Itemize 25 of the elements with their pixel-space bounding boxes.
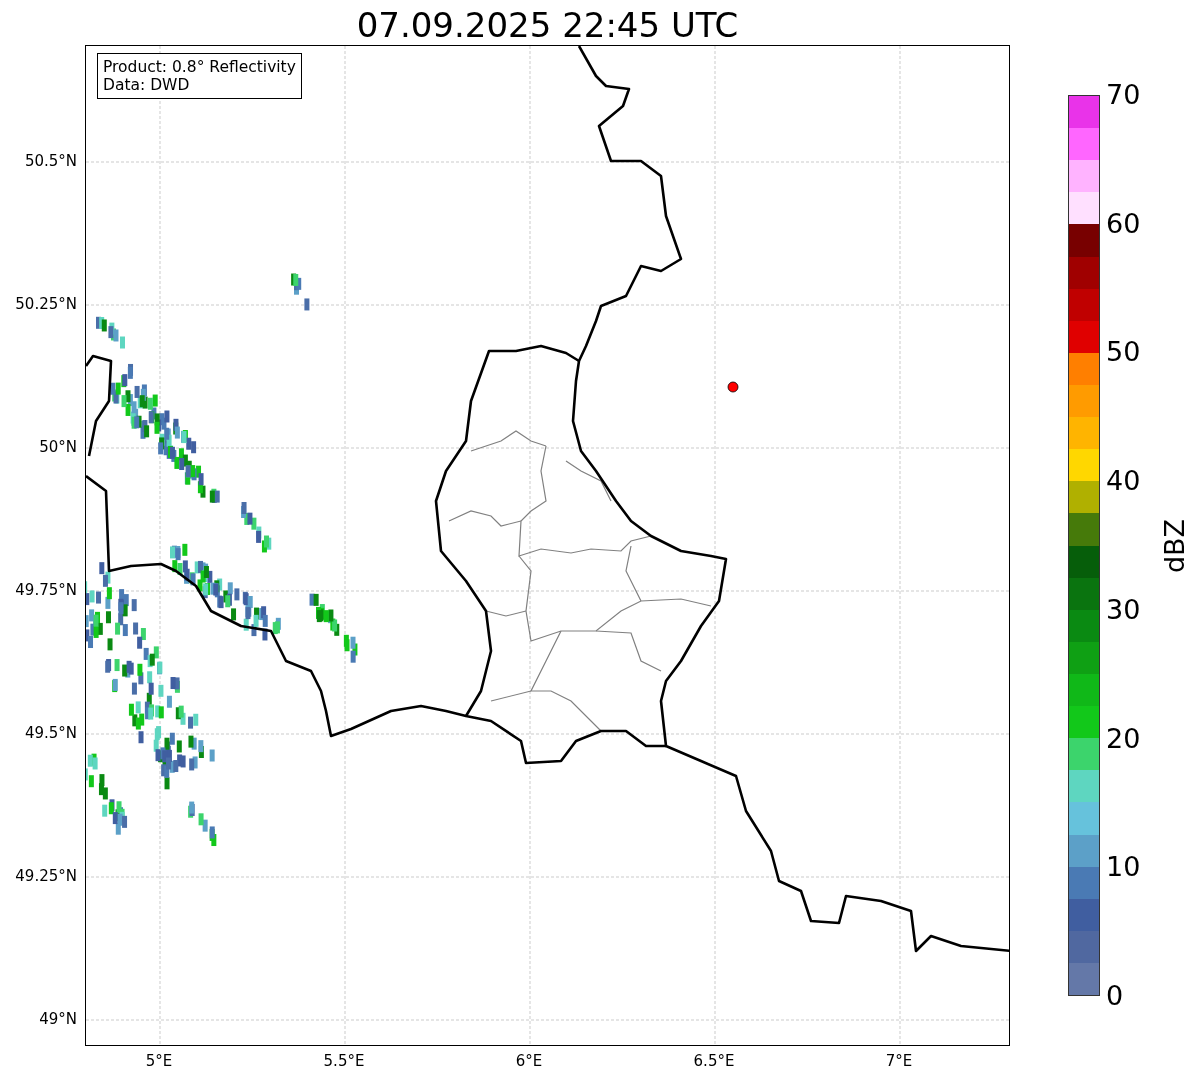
longitude-tick-label: 5.5°E — [323, 1052, 365, 1070]
latitude-tick-label: 49.5°N — [24, 724, 77, 742]
latitude-tick-label: 50°N — [39, 438, 77, 456]
info-text: Data: DWD — [103, 76, 191, 94]
colorbar-tick-label: 30 — [1106, 593, 1141, 626]
longitude-tick-label: 6.5°E — [693, 1052, 735, 1070]
colorbar-tick-label: 70 — [1106, 79, 1141, 111]
latitude-tick-label: 50.25°N — [15, 295, 77, 313]
colorbar-tick-label: 10 — [1106, 851, 1141, 884]
longitude-tick-label: 6°E — [515, 1052, 543, 1070]
latitude-tick-label: 49.25°N — [15, 867, 77, 885]
longitude-tick-label: 7°E — [885, 1052, 913, 1070]
longitude-tick-label: 5°E — [145, 1052, 173, 1070]
latitude-tick-label: 49.75°N — [15, 581, 77, 599]
colorbar-tick-label: 20 — [1106, 722, 1141, 755]
info-text: Product: 0.8° Reflectivity — [103, 58, 296, 76]
colorbar-tick-label: 40 — [1106, 465, 1141, 498]
latitude-tick-label: 50.5°N — [24, 152, 77, 170]
chart-title: 07.09.2025 22:45 UTC — [356, 5, 739, 45]
colorbar-tick-label: 50 — [1106, 336, 1141, 369]
radar-site-marker — [727, 381, 739, 393]
colorbar-label: dBZ — [1159, 518, 1192, 573]
colorbar-tick-label: 60 — [1106, 207, 1141, 240]
latitude-tick-label: 49°N — [39, 1010, 77, 1028]
colorbar-tick-label: 0 — [1106, 980, 1124, 1012]
